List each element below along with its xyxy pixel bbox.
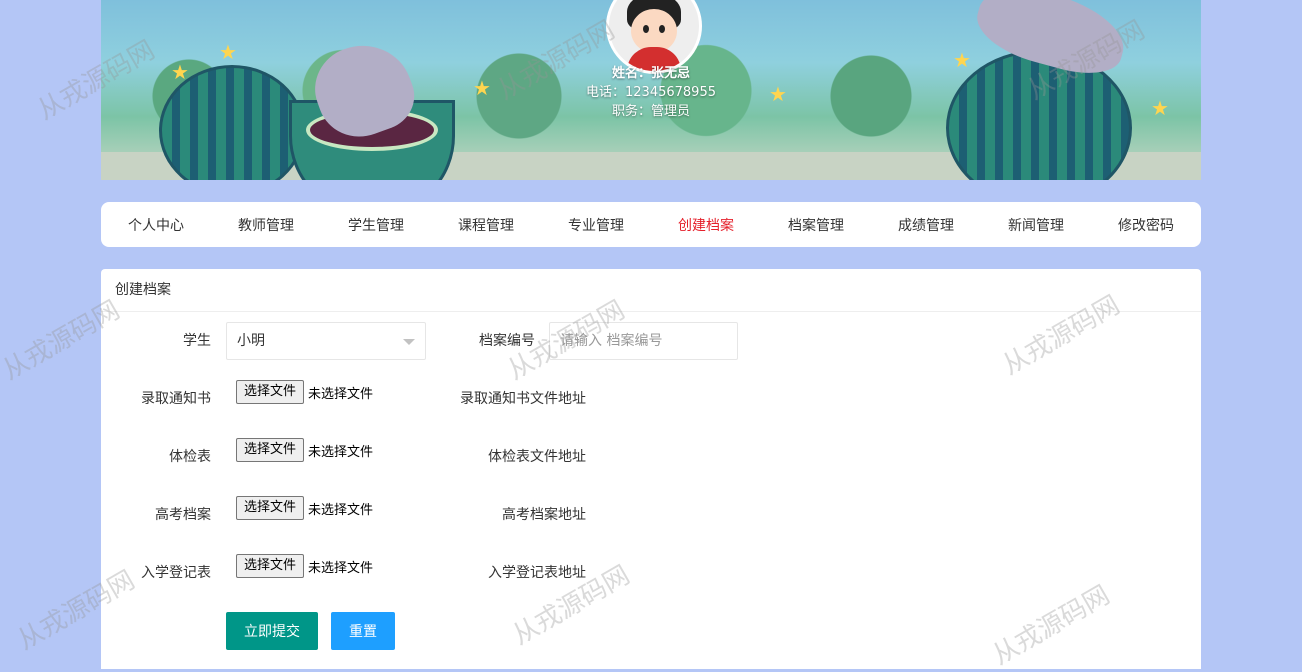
nav-item-change-password[interactable]: 修改密码: [1091, 215, 1201, 235]
file-status: 未选择文件: [308, 502, 374, 518]
profile-phone: 电话：12345678955: [586, 85, 716, 100]
form-row-medical-form: 体检表 选择文件 未选择文件 体检表文件地址: [101, 438, 1201, 476]
nav-item-score-management[interactable]: 成绩管理: [871, 215, 981, 235]
nav-item-course-management[interactable]: 课程管理: [431, 215, 541, 235]
nav-item-news-management[interactable]: 新闻管理: [981, 215, 1091, 235]
nav-item-personal-center[interactable]: 个人中心: [101, 215, 211, 235]
nav-item-archive-management[interactable]: 档案管理: [761, 215, 871, 235]
profile-name: 姓名：张无忌: [611, 66, 690, 81]
medical-form-file-input[interactable]: 选择文件 未选择文件: [236, 438, 373, 462]
submit-button[interactable]: 立即提交: [226, 612, 318, 650]
file-status: 未选择文件: [308, 560, 374, 576]
form-row-enrollment-form: 入学登记表 选择文件 未选择文件 入学登记表地址: [101, 554, 1201, 592]
nav-item-major-management[interactable]: 专业管理: [541, 215, 651, 235]
file-status: 未选择文件: [308, 386, 374, 402]
gaokao-archive-label: 高考档案: [155, 507, 211, 523]
enrollment-form-file-input[interactable]: 选择文件 未选择文件: [236, 554, 373, 578]
header-banner: ★ ★ ★ ★ ★ ★ 姓名：张无忌 电话：12345678955 职务：管理员: [101, 0, 1201, 180]
star-icon: ★: [219, 40, 237, 64]
student-label: 学生: [183, 333, 211, 349]
card-title: 创建档案: [101, 269, 1201, 312]
nav-item-student-management[interactable]: 学生管理: [321, 215, 431, 235]
form-row-student: 学生 小明 档案编号: [101, 322, 1201, 360]
medical-form-label: 体检表: [169, 449, 211, 465]
student-select-value: 小明: [237, 333, 265, 349]
medical-form-address-label: 体检表文件地址: [488, 449, 586, 465]
admission-notice-label: 录取通知书: [141, 391, 211, 407]
form-row-admission-notice: 录取通知书 选择文件 未选择文件 录取通知书文件地址: [101, 380, 1201, 418]
archive-no-label: 档案编号: [479, 333, 535, 349]
nav-item-create-archive[interactable]: 创建档案: [651, 215, 761, 235]
form-row-gaokao-archive: 高考档案 选择文件 未选择文件 高考档案地址: [101, 496, 1201, 534]
profile-info: 姓名：张无忌 电话：12345678955 职务：管理员: [101, 64, 1201, 121]
admission-notice-file-input[interactable]: 选择文件 未选择文件: [236, 380, 373, 404]
archive-no-input[interactable]: [549, 322, 738, 360]
main-nav: 个人中心 教师管理 学生管理 课程管理 专业管理 创建档案 档案管理 成绩管理 …: [101, 202, 1201, 247]
choose-file-button[interactable]: 选择文件: [236, 496, 305, 520]
gaokao-archive-address-label: 高考档案地址: [502, 507, 586, 523]
reset-button[interactable]: 重置: [331, 612, 395, 650]
chevron-down-icon: [403, 339, 415, 345]
profile-role: 职务：管理员: [611, 104, 690, 119]
nav-item-teacher-management[interactable]: 教师管理: [211, 215, 321, 235]
choose-file-button[interactable]: 选择文件: [236, 380, 305, 404]
file-status: 未选择文件: [308, 444, 374, 460]
choose-file-button[interactable]: 选择文件: [236, 438, 305, 462]
create-archive-card: 创建档案 学生 小明 档案编号 录取通知书 选择文件 未选择文件 录取通知书文件…: [101, 269, 1201, 669]
admission-notice-address-label: 录取通知书文件地址: [460, 391, 586, 407]
enrollment-form-address-label: 入学登记表地址: [488, 565, 586, 581]
gaokao-archive-file-input[interactable]: 选择文件 未选择文件: [236, 496, 373, 520]
student-select[interactable]: 小明: [226, 322, 426, 360]
enrollment-form-label: 入学登记表: [141, 565, 211, 581]
choose-file-button[interactable]: 选择文件: [236, 554, 305, 578]
